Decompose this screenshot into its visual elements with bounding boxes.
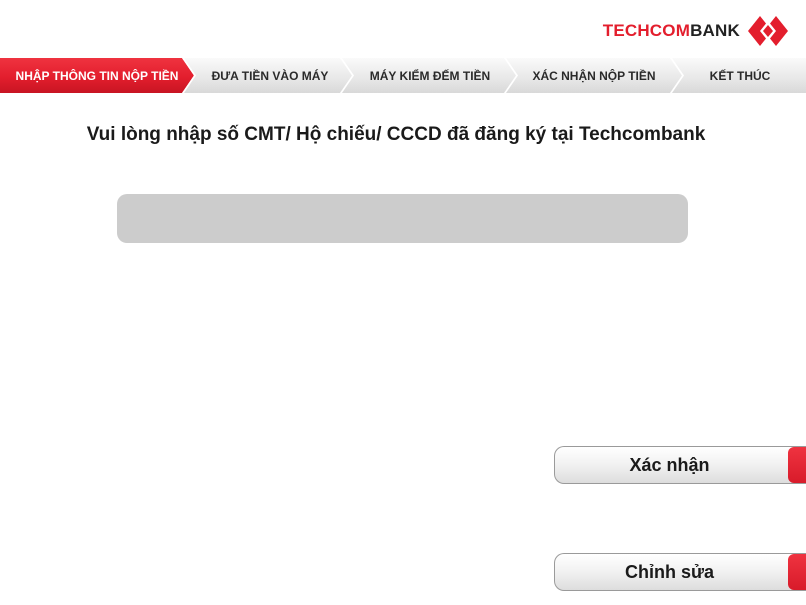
confirm-button[interactable]: Xác nhận bbox=[554, 446, 806, 484]
brand-header: TECHCOMBANK bbox=[603, 16, 788, 46]
step-label: ĐƯA TIỀN VÀO MÁY bbox=[211, 68, 329, 83]
edit-button-label: Chỉnh sửa bbox=[624, 561, 715, 582]
button-accent-tab bbox=[788, 447, 806, 483]
brand-name: TECHCOMBANK bbox=[603, 21, 740, 41]
step-label: MÁY KIỂM ĐẾM TIỀN bbox=[369, 68, 491, 83]
techcombank-diamond-logo-icon bbox=[748, 16, 788, 46]
step-label: NHẬP THÔNG TIN NỘP TIỀN bbox=[15, 68, 179, 83]
step-enter-deposit-info: NHẬP THÔNG TIN NỘP TIỀN bbox=[0, 58, 194, 93]
step-counting-cash: MÁY KIỂM ĐẾM TIỀN bbox=[340, 58, 516, 93]
step-finish: KẾT THÚC bbox=[670, 58, 806, 93]
edit-button[interactable]: Chỉnh sửa bbox=[554, 553, 806, 591]
step-label: XÁC NHẬN NỘP TIỀN bbox=[532, 68, 656, 83]
progress-steps: NHẬP THÔNG TIN NỘP TIỀN ĐƯA TIỀN VÀO MÁY… bbox=[0, 58, 806, 93]
brand-name-part1: TECHCOM bbox=[602, 21, 691, 40]
step-label: KẾT THÚC bbox=[709, 68, 771, 83]
step-confirm-deposit: XÁC NHẬN NỘP TIỀN bbox=[504, 58, 682, 93]
page-title: Vui lòng nhập số CMT/ Hộ chiếu/ CCCD đã … bbox=[86, 124, 706, 145]
brand-name-part2: BANK bbox=[690, 21, 740, 40]
step-insert-cash: ĐƯA TIỀN VÀO MÁY bbox=[182, 58, 352, 93]
confirm-button-label: Xác nhận bbox=[629, 454, 710, 475]
button-accent-tab bbox=[788, 554, 806, 590]
id-number-input[interactable] bbox=[117, 194, 688, 243]
